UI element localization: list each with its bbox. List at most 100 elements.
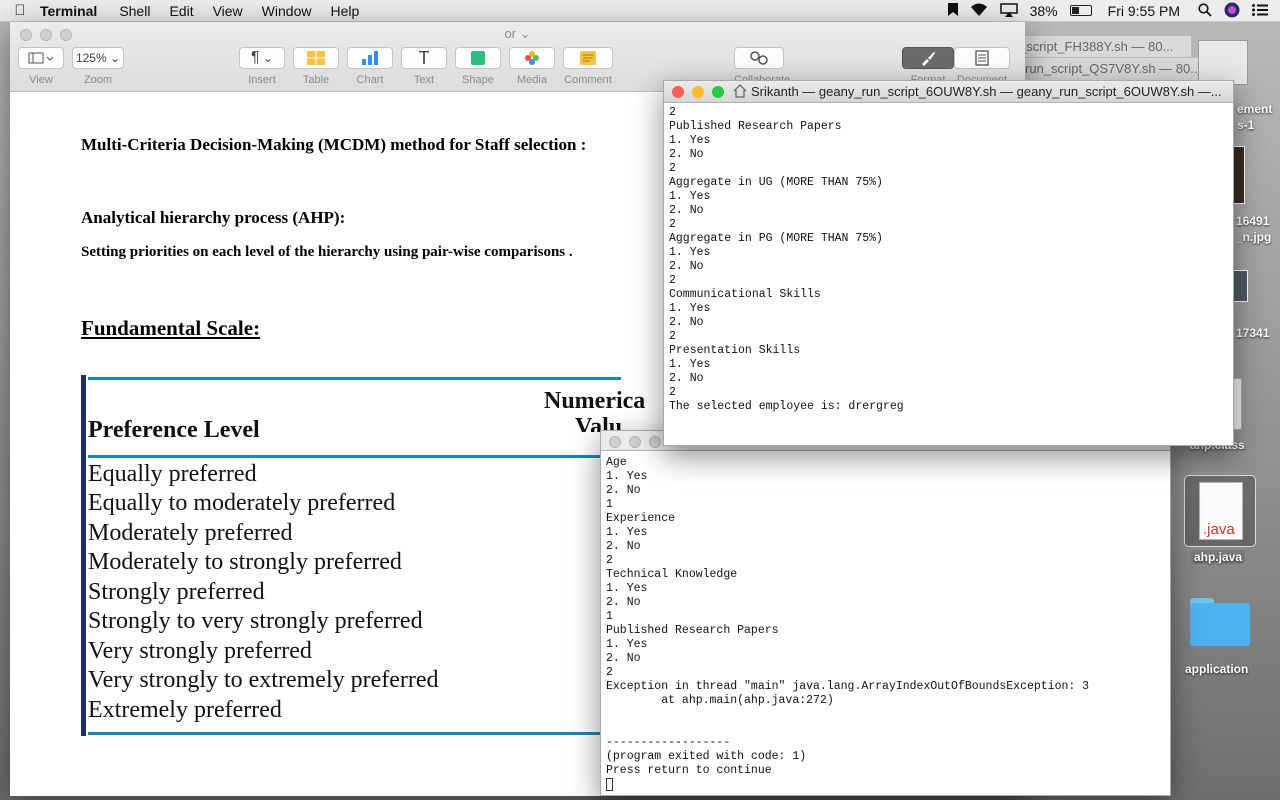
terminal-window-main[interactable]: Srikanth — geany_run_script_6OUW8Y.sh — … xyxy=(663,80,1234,446)
paragraph-icon: ¶ xyxy=(251,49,260,66)
window-close-button[interactable] xyxy=(672,86,684,98)
terminal-output[interactable]: 2 Published Research Papers 1. Yes 2. No 2 Ag… xyxy=(669,106,904,414)
airplay-icon[interactable] xyxy=(999,2,1018,20)
folder-icon[interactable] xyxy=(1190,598,1250,646)
window-close-button[interactable] xyxy=(609,436,621,448)
apple-menu-icon[interactable]:  xyxy=(0,2,40,19)
window-zoom-button[interactable] xyxy=(712,86,724,98)
terminal-line: 1 xyxy=(606,498,613,511)
terminal-line: Exception in thread "main" java.lang.Arr… xyxy=(606,680,1090,693)
table-button[interactable] xyxy=(293,47,339,69)
window-zoom-button[interactable] xyxy=(649,436,661,448)
terminal-line: ------------------ xyxy=(606,736,731,749)
terminal-window-secondary[interactable]: Age 1. Yes 2. No 1 Experience 1. Yes 2. No 2 Tec… xyxy=(600,430,1171,796)
comment-button[interactable] xyxy=(563,47,613,69)
menu-edit[interactable]: Edit xyxy=(169,3,193,19)
table-header-numerical: Numerica xyxy=(544,388,646,414)
terminal-line: 1. Yes xyxy=(606,582,648,595)
zoom-label: Zoom xyxy=(83,74,113,86)
bookmark-icon[interactable] xyxy=(947,3,958,19)
terminal-line: 2. No xyxy=(606,596,641,609)
text-button[interactable]: T xyxy=(401,47,447,69)
terminal-line: 2 xyxy=(669,106,676,119)
terminal-line: 2 xyxy=(669,386,676,399)
background-terminal-tab[interactable]: run_script_QS7V8Y.sh — 80... xyxy=(1016,57,1212,81)
chart-label: Chart xyxy=(356,74,384,86)
document-button[interactable] xyxy=(954,47,1010,69)
table-header-preference-level: Preference Level xyxy=(88,417,260,443)
menu-clock[interactable]: Fri 9:55 PM xyxy=(1108,3,1180,19)
terminal-line: 1. Yes xyxy=(669,358,711,371)
background-terminal-tab[interactable]: _script_FH388Y.sh — 80... xyxy=(1010,35,1192,59)
table-row: Very strongly to extremely preferred xyxy=(88,667,439,693)
desktop-file-label[interactable]: 17341 xyxy=(1236,326,1269,340)
desktop-file-label[interactable]: ahp.java xyxy=(1191,550,1246,564)
table-bottom-rule xyxy=(88,732,621,735)
terminal-line: Aggregate in PG (MORE THAN 75%) xyxy=(669,232,883,245)
comment-label: Comment xyxy=(564,74,612,86)
battery-icon[interactable] xyxy=(1069,3,1092,19)
siri-icon[interactable] xyxy=(1224,2,1240,21)
menu-view[interactable]: View xyxy=(213,3,243,19)
terminal-line: 1 xyxy=(606,610,613,623)
desktop-file-label[interactable]: s-1 xyxy=(1237,118,1254,132)
menu-help[interactable]: Help xyxy=(330,3,359,19)
fundamental-scale-table: Preference Level Numerica Valu Equally p… xyxy=(81,375,645,736)
photos-icon xyxy=(525,51,539,65)
chart-button[interactable] xyxy=(347,47,393,69)
terminal-line: Published Research Papers xyxy=(669,120,842,133)
java-badge: .java xyxy=(1203,521,1235,538)
comment-icon xyxy=(580,51,596,65)
terminal-line: 2. No xyxy=(606,540,641,553)
table-row: Equally to moderately preferred xyxy=(88,490,396,516)
terminal-line: 2. No xyxy=(606,652,641,665)
wifi-icon[interactable] xyxy=(970,3,988,19)
desktop-file-label[interactable]: _n.jpg xyxy=(1236,230,1271,244)
desktop-thumbnail[interactable] xyxy=(1198,40,1248,85)
notification-center-icon[interactable] xyxy=(1252,3,1268,19)
menu-window[interactable]: Window xyxy=(262,3,312,19)
terminal-output[interactable]: Age 1. Yes 2. No 1 Experience 1. Yes 2. No 2 Tec… xyxy=(606,456,1089,791)
shape-icon xyxy=(471,51,485,65)
terminal-line: 1. Yes xyxy=(606,526,648,539)
sidebar-icon xyxy=(28,52,54,64)
desktop-file-label[interactable]: 16491 xyxy=(1236,214,1269,228)
zoom-select[interactable]: 125% ⌄ xyxy=(72,47,124,69)
terminal-line: 2 xyxy=(669,330,676,343)
menu-app-name[interactable]: Terminal xyxy=(40,3,97,19)
terminal-line: Communicational Skills xyxy=(669,288,821,301)
table-header-rule xyxy=(88,455,621,458)
table-top-rule xyxy=(88,377,621,380)
shape-label: Shape xyxy=(462,74,494,86)
desktop-file-label[interactable]: ement xyxy=(1237,102,1272,116)
table-row: Equally preferred xyxy=(88,461,257,487)
terminal-line: 2. No xyxy=(669,148,704,161)
terminal-title-bar[interactable]: Srikanth — geany_run_script_6OUW8Y.sh — … xyxy=(664,81,1233,103)
terminal-line: 2 xyxy=(669,218,676,231)
terminal-line: 2. No xyxy=(606,484,641,497)
window-minimize-button[interactable] xyxy=(629,436,641,448)
format-button[interactable] xyxy=(902,47,954,69)
desktop-folder-label[interactable]: application xyxy=(1185,662,1248,676)
java-file-item[interactable]: .java xyxy=(1184,475,1256,547)
format-brush-icon xyxy=(922,52,935,66)
insert-label: Insert xyxy=(248,74,276,86)
media-button[interactable] xyxy=(509,47,555,69)
view-button[interactable] xyxy=(18,47,64,69)
text-label: Text xyxy=(413,74,435,86)
insert-button[interactable]: ¶ ⌄ xyxy=(239,47,285,69)
shape-button[interactable] xyxy=(455,47,501,69)
document-icon xyxy=(975,50,989,66)
table-row: Moderately to strongly preferred xyxy=(88,549,402,575)
window-minimize-button[interactable] xyxy=(692,86,704,98)
media-label: Media xyxy=(517,74,547,86)
collaborate-button[interactable] xyxy=(734,47,784,69)
terminal-line: Age xyxy=(606,456,627,469)
chart-icon xyxy=(362,51,378,65)
menu-shell[interactable]: Shell xyxy=(119,3,150,19)
collaborate-icon xyxy=(750,51,768,65)
battery-percent: 38% xyxy=(1029,3,1058,19)
terminal-line: 2 xyxy=(669,274,676,287)
terminal-line: 1. Yes xyxy=(669,190,711,203)
spotlight-search-icon[interactable] xyxy=(1198,2,1212,20)
